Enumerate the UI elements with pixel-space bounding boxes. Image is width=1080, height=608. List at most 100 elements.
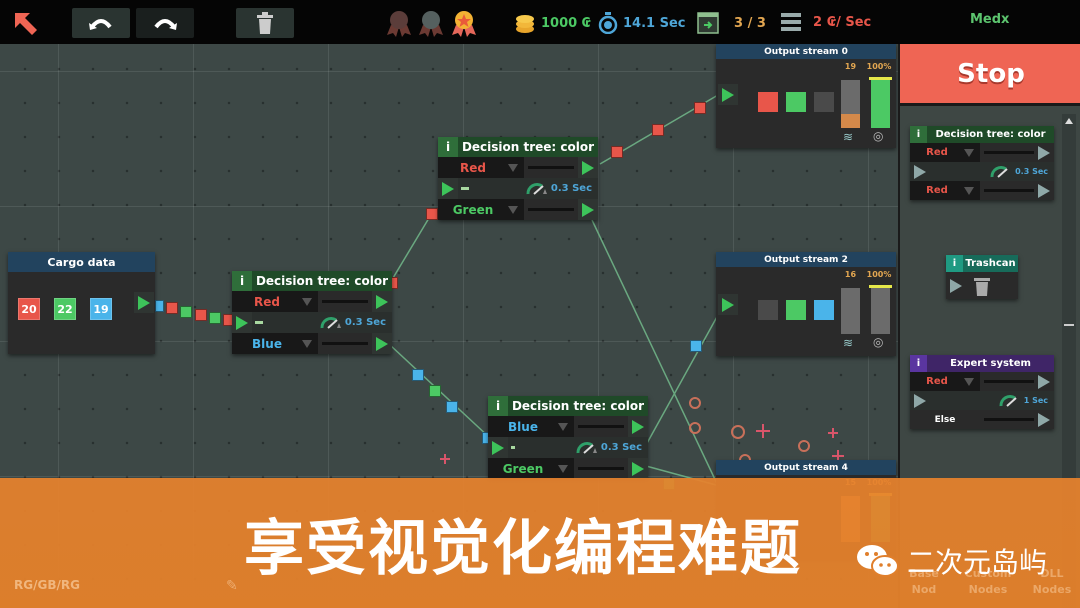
palette-decision-tree[interactable]: i Decision tree: color Red 0.3 Sec Red xyxy=(910,126,1054,200)
node-title: Decision tree: color xyxy=(935,129,1046,140)
info-button[interactable]: i xyxy=(910,126,927,143)
redo-button[interactable] xyxy=(136,8,194,38)
top-toolbar: 1000 ₢ 14.1 Sec 3 / 3 2 ₢/ Sec Medx xyxy=(0,0,1080,44)
node-title: Expert system xyxy=(950,358,1031,369)
gauge-icon xyxy=(999,394,1017,407)
cargo-output-port[interactable] xyxy=(134,292,154,313)
decision-tree-node-3[interactable]: i Decision tree: color Blue 0.3 Sec Green xyxy=(488,396,648,479)
color-select-1[interactable]: Red xyxy=(910,143,980,162)
play-icon xyxy=(632,461,644,476)
output-stream-0-node[interactable]: Output stream 0 19 100% ≋ ◎ xyxy=(716,44,896,148)
info-button[interactable]: i xyxy=(946,255,963,272)
gauge-icon xyxy=(990,165,1008,178)
redo-icon xyxy=(154,19,177,30)
output-port[interactable] xyxy=(578,199,598,220)
gold-medal-icon xyxy=(451,9,477,37)
chevron-down-icon xyxy=(558,422,568,431)
data-packet-blue xyxy=(412,369,424,381)
output-count: 16 xyxy=(844,270,857,279)
color-select-2[interactable]: Green xyxy=(488,458,574,479)
output-port[interactable] xyxy=(578,157,598,178)
data-packet-red xyxy=(652,124,664,136)
scroll-thumb[interactable] xyxy=(1064,324,1074,326)
rule-select[interactable]: Red xyxy=(910,372,980,391)
gauge-icon xyxy=(576,441,597,454)
level-name: RG/GB/RG xyxy=(14,578,80,592)
layers-icon: ≋ xyxy=(843,336,854,350)
chevron-down-icon xyxy=(302,339,312,348)
output-percent: 100% xyxy=(866,62,892,71)
progress-bar xyxy=(869,285,892,334)
palette-expert-system[interactable]: i Expert system Red 1 Sec Else xyxy=(910,355,1054,429)
play-icon xyxy=(950,279,962,293)
data-packet-red xyxy=(166,302,178,314)
data-packet-green xyxy=(209,312,221,324)
output-title: Output stream 0 xyxy=(716,44,896,59)
decision-tree-node-1[interactable]: i Decision tree: color Red 0.3 Sec Blue xyxy=(232,271,392,354)
play-icon xyxy=(722,297,734,312)
delete-button[interactable] xyxy=(236,8,294,38)
color-select-2[interactable]: Green xyxy=(438,199,524,220)
chevron-down-icon xyxy=(508,205,518,214)
color-select-2[interactable]: Red xyxy=(910,181,980,200)
server-icon xyxy=(781,13,801,31)
info-button[interactable]: i xyxy=(488,396,508,416)
data-packet-green xyxy=(180,306,192,318)
data-packet-blue xyxy=(155,300,164,312)
palette-trashcan[interactable]: i Trashcan xyxy=(946,255,1018,299)
cargo-data-node[interactable]: Cargo data 20 22 19 xyxy=(8,252,155,354)
wechat-icon xyxy=(857,545,899,577)
stack-bar xyxy=(841,80,860,128)
difficulty-label: Medx xyxy=(970,12,1010,27)
banner-headline: 享受视觉化编程难题 xyxy=(244,514,802,584)
info-button[interactable]: i xyxy=(232,271,252,291)
cargo-title: Cargo data xyxy=(8,252,155,272)
data-packet-red xyxy=(426,208,438,220)
decision-tree-node-2[interactable]: i Decision tree: color Red 0.3 Sec Green xyxy=(438,137,598,220)
output-stream-2-node[interactable]: Output stream 2 16 100% ≋ ◎ xyxy=(716,252,896,356)
watermark: 二次元岛屿 xyxy=(855,541,1047,581)
stopwatch-icon xyxy=(598,12,618,34)
output-port[interactable] xyxy=(372,291,392,312)
input-port[interactable] xyxy=(718,294,738,315)
play-icon xyxy=(492,440,504,455)
input-port[interactable] xyxy=(718,84,738,105)
slot-green xyxy=(786,92,806,112)
play-icon xyxy=(236,315,248,330)
trash-icon xyxy=(974,278,990,296)
play-icon xyxy=(1038,183,1050,198)
edit-pencil-icon[interactable]: ✎ xyxy=(226,578,238,594)
data-packet-red xyxy=(611,146,623,158)
data-packet-blue xyxy=(690,340,702,352)
color-select-1[interactable]: Red xyxy=(438,157,524,178)
output-title: Output stream 2 xyxy=(716,252,896,267)
back-arrow-icon[interactable] xyxy=(12,10,40,38)
output-port[interactable] xyxy=(372,333,392,354)
target-icon: ◎ xyxy=(873,335,884,349)
info-button[interactable]: i xyxy=(910,355,927,372)
color-select-2[interactable]: Blue xyxy=(232,333,318,354)
data-packet-green xyxy=(429,385,441,397)
slot-green xyxy=(786,300,806,320)
gauge-icon xyxy=(526,182,547,195)
color-select-1[interactable]: Red xyxy=(232,291,318,312)
bronze-medal-icon xyxy=(386,9,412,37)
data-packet-red xyxy=(195,309,207,321)
output-port[interactable] xyxy=(628,416,648,437)
output-port[interactable] xyxy=(628,458,648,479)
input-port[interactable] xyxy=(488,437,508,458)
color-select-1[interactable]: Blue xyxy=(488,416,574,437)
play-icon xyxy=(1038,145,1050,160)
input-port[interactable] xyxy=(232,312,252,333)
chevron-down-icon xyxy=(558,464,568,473)
info-button[interactable]: i xyxy=(438,137,458,157)
slot-red xyxy=(758,92,778,112)
gauge-icon xyxy=(320,316,341,329)
input-port[interactable] xyxy=(438,178,458,199)
chevron-down-icon xyxy=(964,186,974,195)
coins-icon xyxy=(516,15,534,33)
scroll-up-icon[interactable] xyxy=(1065,118,1073,124)
play-icon xyxy=(914,164,926,179)
stop-button[interactable]: Stop xyxy=(900,44,1080,106)
undo-button[interactable] xyxy=(72,8,130,38)
